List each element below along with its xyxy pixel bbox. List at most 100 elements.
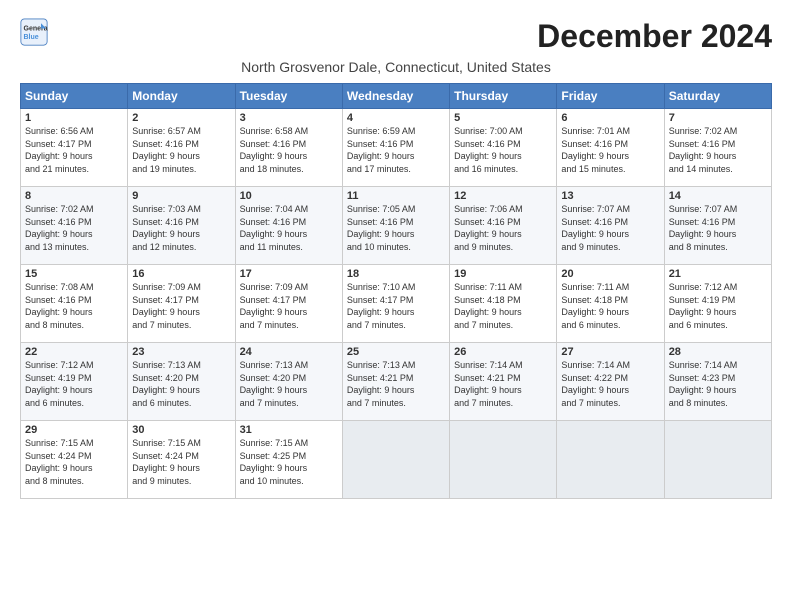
- calendar-row: 1Sunrise: 6:56 AM Sunset: 4:17 PM Daylig…: [21, 109, 772, 187]
- table-cell: [664, 421, 771, 499]
- day-info: Sunrise: 7:05 AM Sunset: 4:16 PM Dayligh…: [347, 203, 445, 253]
- day-number: 30: [132, 424, 230, 436]
- day-info: Sunrise: 7:10 AM Sunset: 4:17 PM Dayligh…: [347, 281, 445, 331]
- day-number: 1: [25, 112, 123, 124]
- day-info: Sunrise: 7:13 AM Sunset: 4:20 PM Dayligh…: [132, 359, 230, 409]
- day-info: Sunrise: 6:58 AM Sunset: 4:16 PM Dayligh…: [240, 125, 338, 175]
- calendar-row: 22Sunrise: 7:12 AM Sunset: 4:19 PM Dayli…: [21, 343, 772, 421]
- day-number: 12: [454, 190, 552, 202]
- day-info: Sunrise: 7:00 AM Sunset: 4:16 PM Dayligh…: [454, 125, 552, 175]
- table-cell: 8Sunrise: 7:02 AM Sunset: 4:16 PM Daylig…: [21, 187, 128, 265]
- table-cell: 23Sunrise: 7:13 AM Sunset: 4:20 PM Dayli…: [128, 343, 235, 421]
- table-cell: 9Sunrise: 7:03 AM Sunset: 4:16 PM Daylig…: [128, 187, 235, 265]
- col-saturday: Saturday: [664, 84, 771, 109]
- day-number: 20: [561, 268, 659, 280]
- day-info: Sunrise: 7:15 AM Sunset: 4:24 PM Dayligh…: [132, 437, 230, 487]
- table-cell: [342, 421, 449, 499]
- table-cell: 19Sunrise: 7:11 AM Sunset: 4:18 PM Dayli…: [450, 265, 557, 343]
- day-number: 24: [240, 346, 338, 358]
- table-cell: 26Sunrise: 7:14 AM Sunset: 4:21 PM Dayli…: [450, 343, 557, 421]
- day-number: 21: [669, 268, 767, 280]
- table-cell: 22Sunrise: 7:12 AM Sunset: 4:19 PM Dayli…: [21, 343, 128, 421]
- table-cell: 30Sunrise: 7:15 AM Sunset: 4:24 PM Dayli…: [128, 421, 235, 499]
- day-number: 27: [561, 346, 659, 358]
- table-cell: 18Sunrise: 7:10 AM Sunset: 4:17 PM Dayli…: [342, 265, 449, 343]
- table-cell: 5Sunrise: 7:00 AM Sunset: 4:16 PM Daylig…: [450, 109, 557, 187]
- table-cell: 14Sunrise: 7:07 AM Sunset: 4:16 PM Dayli…: [664, 187, 771, 265]
- table-cell: 31Sunrise: 7:15 AM Sunset: 4:25 PM Dayli…: [235, 421, 342, 499]
- day-number: 6: [561, 112, 659, 124]
- day-info: Sunrise: 7:11 AM Sunset: 4:18 PM Dayligh…: [454, 281, 552, 331]
- day-number: 28: [669, 346, 767, 358]
- day-info: Sunrise: 7:09 AM Sunset: 4:17 PM Dayligh…: [240, 281, 338, 331]
- logo: General Blue: [20, 18, 48, 46]
- day-info: Sunrise: 7:14 AM Sunset: 4:22 PM Dayligh…: [561, 359, 659, 409]
- day-number: 18: [347, 268, 445, 280]
- table-cell: 20Sunrise: 7:11 AM Sunset: 4:18 PM Dayli…: [557, 265, 664, 343]
- day-info: Sunrise: 6:56 AM Sunset: 4:17 PM Dayligh…: [25, 125, 123, 175]
- table-cell: 6Sunrise: 7:01 AM Sunset: 4:16 PM Daylig…: [557, 109, 664, 187]
- day-info: Sunrise: 7:01 AM Sunset: 4:16 PM Dayligh…: [561, 125, 659, 175]
- day-info: Sunrise: 7:15 AM Sunset: 4:25 PM Dayligh…: [240, 437, 338, 487]
- day-info: Sunrise: 7:09 AM Sunset: 4:17 PM Dayligh…: [132, 281, 230, 331]
- day-number: 10: [240, 190, 338, 202]
- day-number: 11: [347, 190, 445, 202]
- day-number: 14: [669, 190, 767, 202]
- day-info: Sunrise: 7:02 AM Sunset: 4:16 PM Dayligh…: [25, 203, 123, 253]
- svg-text:General: General: [24, 25, 49, 32]
- subtitle: North Grosvenor Dale, Connecticut, Unite…: [20, 59, 772, 75]
- day-info: Sunrise: 7:12 AM Sunset: 4:19 PM Dayligh…: [25, 359, 123, 409]
- table-cell: 2Sunrise: 6:57 AM Sunset: 4:16 PM Daylig…: [128, 109, 235, 187]
- col-sunday: Sunday: [21, 84, 128, 109]
- table-cell: 27Sunrise: 7:14 AM Sunset: 4:22 PM Dayli…: [557, 343, 664, 421]
- table-cell: 3Sunrise: 6:58 AM Sunset: 4:16 PM Daylig…: [235, 109, 342, 187]
- day-number: 8: [25, 190, 123, 202]
- table-cell: 10Sunrise: 7:04 AM Sunset: 4:16 PM Dayli…: [235, 187, 342, 265]
- day-number: 16: [132, 268, 230, 280]
- day-info: Sunrise: 7:04 AM Sunset: 4:16 PM Dayligh…: [240, 203, 338, 253]
- table-cell: 13Sunrise: 7:07 AM Sunset: 4:16 PM Dayli…: [557, 187, 664, 265]
- day-info: Sunrise: 7:15 AM Sunset: 4:24 PM Dayligh…: [25, 437, 123, 487]
- day-info: Sunrise: 7:11 AM Sunset: 4:18 PM Dayligh…: [561, 281, 659, 331]
- col-monday: Monday: [128, 84, 235, 109]
- table-cell: 29Sunrise: 7:15 AM Sunset: 4:24 PM Dayli…: [21, 421, 128, 499]
- day-info: Sunrise: 7:08 AM Sunset: 4:16 PM Dayligh…: [25, 281, 123, 331]
- day-info: Sunrise: 7:03 AM Sunset: 4:16 PM Dayligh…: [132, 203, 230, 253]
- day-number: 5: [454, 112, 552, 124]
- day-number: 9: [132, 190, 230, 202]
- col-thursday: Thursday: [450, 84, 557, 109]
- day-number: 25: [347, 346, 445, 358]
- calendar-row: 8Sunrise: 7:02 AM Sunset: 4:16 PM Daylig…: [21, 187, 772, 265]
- day-info: Sunrise: 7:06 AM Sunset: 4:16 PM Dayligh…: [454, 203, 552, 253]
- calendar-page: General Blue December 2024 North Grosven…: [0, 0, 792, 511]
- table-cell: 7Sunrise: 7:02 AM Sunset: 4:16 PM Daylig…: [664, 109, 771, 187]
- calendar-table: Sunday Monday Tuesday Wednesday Thursday…: [20, 83, 772, 499]
- table-cell: 21Sunrise: 7:12 AM Sunset: 4:19 PM Dayli…: [664, 265, 771, 343]
- table-cell: 24Sunrise: 7:13 AM Sunset: 4:20 PM Dayli…: [235, 343, 342, 421]
- table-cell: 15Sunrise: 7:08 AM Sunset: 4:16 PM Dayli…: [21, 265, 128, 343]
- day-info: Sunrise: 7:07 AM Sunset: 4:16 PM Dayligh…: [669, 203, 767, 253]
- day-number: 15: [25, 268, 123, 280]
- day-info: Sunrise: 7:14 AM Sunset: 4:23 PM Dayligh…: [669, 359, 767, 409]
- month-title: December 2024: [537, 18, 772, 55]
- col-friday: Friday: [557, 84, 664, 109]
- table-cell: 16Sunrise: 7:09 AM Sunset: 4:17 PM Dayli…: [128, 265, 235, 343]
- day-number: 26: [454, 346, 552, 358]
- day-number: 22: [25, 346, 123, 358]
- table-cell: 28Sunrise: 7:14 AM Sunset: 4:23 PM Dayli…: [664, 343, 771, 421]
- table-cell: [450, 421, 557, 499]
- day-number: 2: [132, 112, 230, 124]
- day-number: 13: [561, 190, 659, 202]
- day-info: Sunrise: 7:07 AM Sunset: 4:16 PM Dayligh…: [561, 203, 659, 253]
- day-number: 23: [132, 346, 230, 358]
- day-info: Sunrise: 7:14 AM Sunset: 4:21 PM Dayligh…: [454, 359, 552, 409]
- day-info: Sunrise: 7:13 AM Sunset: 4:20 PM Dayligh…: [240, 359, 338, 409]
- day-number: 31: [240, 424, 338, 436]
- table-cell: 12Sunrise: 7:06 AM Sunset: 4:16 PM Dayli…: [450, 187, 557, 265]
- day-number: 3: [240, 112, 338, 124]
- day-number: 29: [25, 424, 123, 436]
- day-info: Sunrise: 7:02 AM Sunset: 4:16 PM Dayligh…: [669, 125, 767, 175]
- table-cell: 25Sunrise: 7:13 AM Sunset: 4:21 PM Dayli…: [342, 343, 449, 421]
- table-cell: 11Sunrise: 7:05 AM Sunset: 4:16 PM Dayli…: [342, 187, 449, 265]
- day-info: Sunrise: 6:59 AM Sunset: 4:16 PM Dayligh…: [347, 125, 445, 175]
